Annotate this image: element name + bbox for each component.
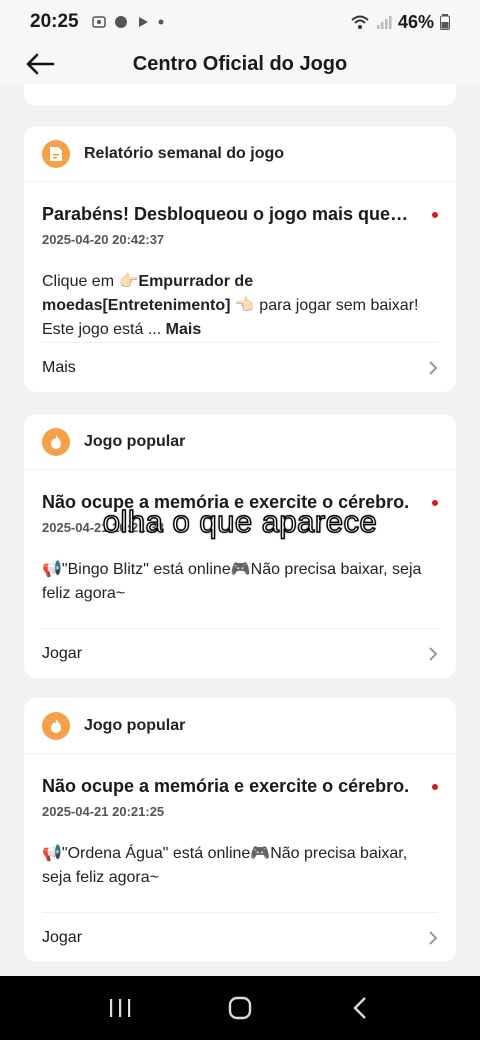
system-nav-bar [0, 976, 480, 1040]
read-more-link[interactable]: Mais [166, 321, 202, 338]
battery-icon [440, 14, 450, 30]
home-icon [228, 996, 252, 1020]
chevron-right-icon [429, 646, 438, 661]
message-date: 2025-04-21 20:21:38 [42, 520, 165, 535]
card-header: Jogo popular [24, 698, 456, 754]
message-list[interactable]: Relatório semanal do jogo Parabéns! Desb… [0, 84, 480, 976]
recent-apps-icon [110, 999, 131, 1017]
back-button[interactable] [22, 46, 58, 82]
message-date: 2025-04-20 20:42:37 [42, 232, 165, 247]
unread-dot [432, 500, 438, 506]
notification-icons [91, 14, 165, 30]
chevron-right-icon [429, 930, 438, 945]
battery-level: 46% [397, 11, 434, 32]
arrow-left-icon [26, 53, 55, 75]
more-row[interactable]: Mais [42, 342, 438, 392]
document-icon [42, 139, 70, 168]
play-notif-icon [138, 17, 148, 27]
recent-apps-button[interactable] [90, 986, 150, 1030]
card-category: Jogo popular [84, 432, 186, 450]
message-body: 📢"Bingo Blitz" está online🎮Não precisa b… [42, 561, 422, 602]
home-button[interactable] [210, 986, 270, 1030]
card-category: Relatório semanal do jogo [84, 144, 285, 162]
card-category: Jogo popular [84, 716, 186, 734]
signal-icon [376, 16, 392, 29]
message-body: Clique em 👉🏻Empurrador de moedas[Entrete… [42, 270, 438, 342]
message-title: Parabéns! Desbloqueou o jogo mais quent… [42, 204, 416, 224]
app-notif-icon [114, 16, 127, 28]
system-back-button[interactable] [330, 986, 390, 1030]
play-label: Jogar [42, 928, 83, 946]
message-body: 📢"Ordena Água" está online🎮Não precisa b… [42, 845, 408, 886]
message-title: Não ocupe a memória e exercite o cérebro… [42, 492, 410, 512]
chevron-right-icon [429, 360, 438, 375]
flame-icon [42, 711, 70, 740]
screenshot-icon [91, 16, 106, 28]
unread-dot [432, 784, 438, 790]
message-card-popular-game-2[interactable]: Jogo popular Não ocupe a memória e exerc… [24, 698, 456, 962]
card-header: Relatório semanal do jogo [24, 126, 456, 182]
dot-icon [158, 19, 164, 25]
card-header: Jogo popular [24, 414, 456, 470]
page-title: Centro Oficial do Jogo [132, 52, 348, 75]
wifi-icon [351, 15, 369, 29]
unread-dot [432, 212, 438, 218]
previous-card[interactable] [24, 84, 456, 106]
status-bar: 20:25 46% [0, 0, 480, 44]
message-card-weekly-report[interactable]: Relatório semanal do jogo Parabéns! Desb… [24, 126, 456, 392]
back-chevron-icon [353, 997, 366, 1019]
play-row[interactable]: Jogar [42, 628, 438, 678]
message-date: 2025-04-21 20:21:25 [42, 804, 165, 819]
body-text-pre: Clique em 👉🏻 [42, 273, 139, 290]
play-label: Jogar [42, 644, 83, 662]
clock: 20:25 [30, 11, 79, 32]
app-bar: Centro Oficial do Jogo [0, 44, 480, 84]
play-row[interactable]: Jogar [42, 912, 438, 962]
message-card-popular-game-1[interactable]: Jogo popular Não ocupe a memória e exerc… [24, 414, 456, 678]
more-label: Mais [42, 358, 76, 376]
flame-icon [42, 427, 70, 456]
message-title: Não ocupe a memória e exercite o cérebro… [42, 776, 410, 796]
